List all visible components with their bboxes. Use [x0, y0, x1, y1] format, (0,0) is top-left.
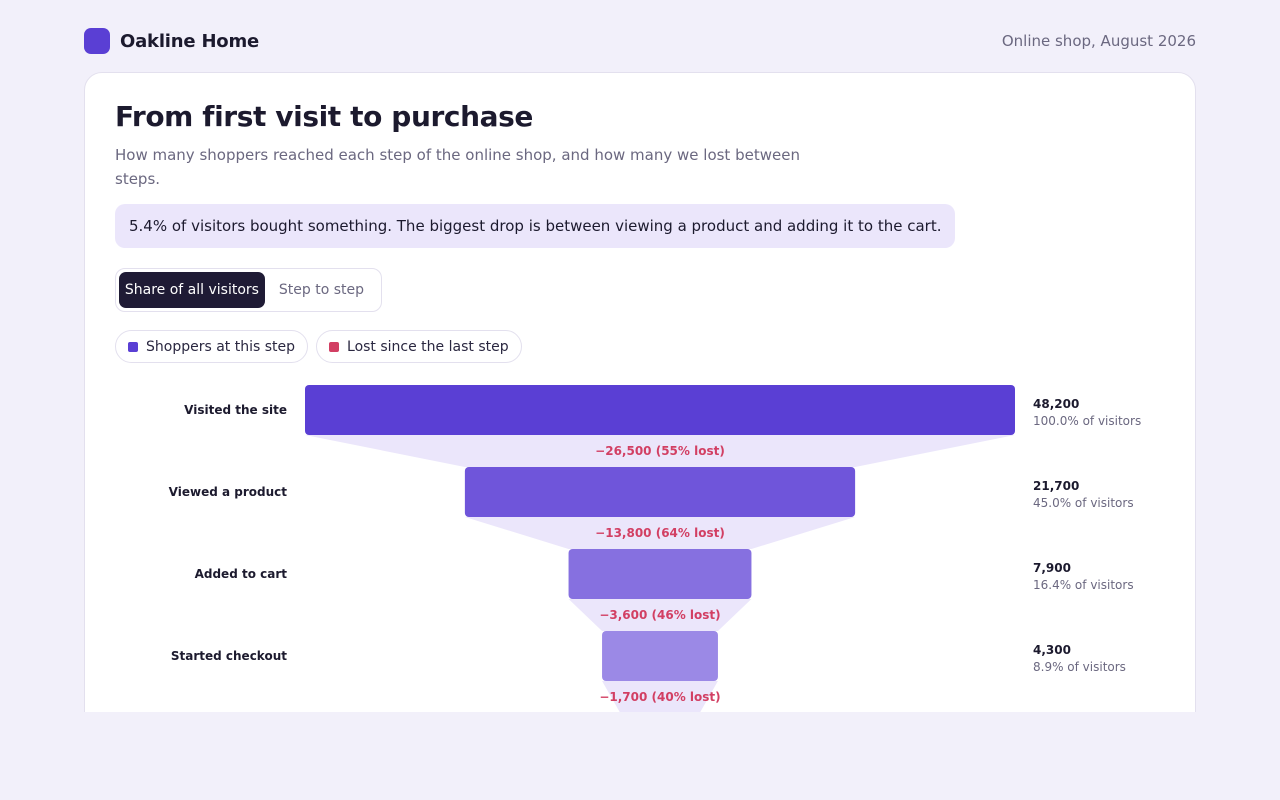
top-bar: Oakline Home Online shop, August 2026 [84, 28, 1196, 54]
legend-shoppers-label: Shoppers at this step [146, 338, 296, 355]
legend-lost-label: Lost since the last step [347, 338, 509, 355]
legend-shoppers-swatch-icon [128, 341, 138, 352]
page-title: From first visit to purchase [115, 100, 533, 133]
legend-shoppers[interactable]: Shoppers at this step [115, 330, 309, 363]
toggle-share-of-all-visitors[interactable]: Share of all visitors [119, 272, 265, 308]
brand-logo-icon [84, 28, 110, 54]
legend: Shoppers at this step Lost since the las… [115, 330, 522, 363]
brand-name: Oakline Home [120, 30, 260, 52]
funnel-bar-4[interactable] [602, 631, 718, 681]
page-subtitle: How many shoppers reached each step of t… [115, 146, 800, 188]
viewport-bottom [0, 712, 1280, 800]
insight-banner: 5.4% of visitors bought something. The b… [115, 204, 956, 248]
funnel-bar-1[interactable] [305, 385, 1015, 435]
funnel-bar-3[interactable] [568, 549, 752, 599]
view-toggle: Share of all visitors Step to step [115, 268, 382, 312]
toggle-step-to-step[interactable]: Step to step [265, 272, 378, 308]
funnel-bar-2[interactable] [464, 467, 856, 517]
legend-lost-swatch-icon [329, 341, 340, 352]
legend-lost[interactable]: Lost since the last step [316, 330, 522, 363]
period-label: Online shop, August 2026 [1001, 32, 1196, 50]
brand: Oakline Home [84, 28, 259, 54]
